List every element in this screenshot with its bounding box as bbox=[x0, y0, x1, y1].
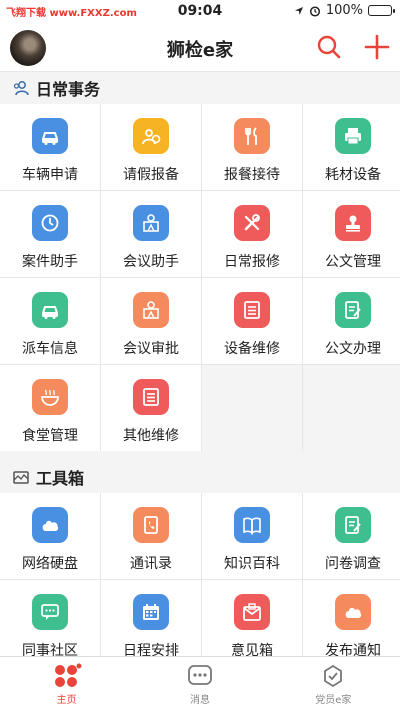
alarm-icon bbox=[309, 5, 320, 17]
grid-item[interactable]: 会议助手 bbox=[101, 191, 201, 277]
grid-item[interactable]: 日程安排 bbox=[101, 580, 201, 666]
tab-messages[interactable]: 消息 bbox=[133, 657, 266, 710]
grid-item-label: 网络硬盘 bbox=[22, 556, 78, 572]
grid-item-label: 耗材设备 bbox=[325, 167, 381, 183]
grid-item-label: 公文办理 bbox=[325, 341, 381, 357]
grid-item[interactable]: 请假报备 bbox=[101, 104, 201, 190]
location-arrow-icon bbox=[294, 6, 303, 15]
wrench-icon bbox=[234, 205, 270, 241]
mailbox-icon bbox=[234, 594, 270, 630]
grid-item[interactable]: 车辆申请 bbox=[0, 104, 100, 190]
grid-item-label: 车辆申请 bbox=[22, 167, 78, 183]
section-title: 日常事务 bbox=[36, 80, 101, 99]
tab-bar: 主页 消息 党员e家 bbox=[0, 656, 400, 710]
grid-item[interactable]: 耗材设备 bbox=[303, 104, 400, 190]
contacts-icon bbox=[133, 507, 169, 543]
grid-item-label: 派车信息 bbox=[22, 341, 78, 357]
fork-knife-icon bbox=[234, 118, 270, 154]
grid-item[interactable]: 同事社区 bbox=[0, 580, 100, 666]
party-icon bbox=[324, 664, 343, 688]
cloud-icon bbox=[32, 507, 68, 543]
toolbox-icon bbox=[13, 471, 29, 484]
add-button[interactable] bbox=[362, 32, 392, 62]
edit-document-icon bbox=[335, 507, 371, 543]
grid-item-label: 报餐接待 bbox=[224, 167, 280, 183]
grid-item[interactable]: 公文管理 bbox=[303, 191, 400, 277]
grid-item[interactable]: 意见箱 bbox=[202, 580, 302, 666]
grid-item[interactable]: 食堂管理 bbox=[0, 365, 100, 451]
grid-empty-cell bbox=[202, 365, 302, 451]
status-bar: 飞翔下载 www.FXXZ.com 09:04 100% bbox=[0, 0, 400, 22]
grid-item[interactable]: 派车信息 bbox=[0, 278, 100, 364]
tab-label: 主页 bbox=[56, 695, 77, 706]
bowl-icon bbox=[32, 379, 68, 415]
grid-item-label: 食堂管理 bbox=[22, 428, 78, 444]
printer-icon bbox=[335, 118, 371, 154]
clock-badge-icon bbox=[32, 205, 68, 241]
grid-item[interactable]: 问卷调查 bbox=[303, 493, 400, 579]
grid-item[interactable]: 公文办理 bbox=[303, 278, 400, 364]
battery-icon bbox=[368, 5, 395, 16]
message-icon bbox=[188, 665, 212, 685]
grid-item[interactable]: 发布通知 bbox=[303, 580, 400, 666]
meeting-icon bbox=[133, 292, 169, 328]
calendar-icon bbox=[133, 594, 169, 630]
document-list-icon bbox=[234, 292, 270, 328]
tab-home[interactable]: 主页 bbox=[0, 657, 133, 710]
edit-document-icon bbox=[335, 292, 371, 328]
grid-item[interactable]: 知识百科 bbox=[202, 493, 302, 579]
grid-item[interactable]: 报餐接待 bbox=[202, 104, 302, 190]
grid-item[interactable]: 其他维修 bbox=[101, 365, 201, 451]
section-header-tools: 工具箱 bbox=[0, 462, 400, 492]
grid-item-label: 案件助手 bbox=[22, 254, 78, 270]
grid-item-label: 日常报修 bbox=[224, 254, 280, 270]
car-icon bbox=[32, 292, 68, 328]
grid-item-label: 会议助手 bbox=[123, 254, 179, 270]
search-button[interactable] bbox=[314, 32, 344, 62]
grid-item-label: 请假报备 bbox=[123, 167, 179, 183]
battery-percent: 100% bbox=[325, 3, 363, 18]
grid-item[interactable]: 设备维修 bbox=[202, 278, 302, 364]
meeting-icon bbox=[133, 205, 169, 241]
nav-bar: 狮检e家 bbox=[0, 22, 400, 72]
search-icon bbox=[317, 35, 341, 59]
section-title: 工具箱 bbox=[36, 469, 85, 488]
tab-party-member[interactable]: 党员e家 bbox=[267, 657, 400, 710]
grid-empty-cell bbox=[303, 365, 400, 451]
grid-item-label: 通讯录 bbox=[130, 556, 172, 572]
grid-item[interactable]: 网络硬盘 bbox=[0, 493, 100, 579]
cloud-icon bbox=[335, 594, 371, 630]
tab-label: 消息 bbox=[189, 695, 210, 706]
tab-label: 党员e家 bbox=[315, 695, 352, 706]
grid-item[interactable]: 日常报修 bbox=[202, 191, 302, 277]
app-screen: 飞翔下载 www.FXXZ.com 09:04 100% 狮检e家 日常事务 车… bbox=[0, 0, 400, 710]
grid-item-label: 会议审批 bbox=[123, 341, 179, 357]
leave-icon bbox=[133, 118, 169, 154]
grid-item-label: 知识百科 bbox=[224, 556, 280, 572]
grid-item[interactable]: 会议审批 bbox=[101, 278, 201, 364]
grid-item-label: 其他维修 bbox=[123, 428, 179, 444]
section-header-daily: 日常事务 bbox=[0, 73, 400, 103]
tools-grid: 网络硬盘 通讯录 知识百科 问卷调查同事社区 日程安排 意见箱 发布通知 bbox=[0, 493, 400, 666]
car-icon bbox=[32, 118, 68, 154]
people-icon bbox=[13, 81, 29, 96]
book-icon bbox=[234, 507, 270, 543]
document-list-icon bbox=[133, 379, 169, 415]
grid-item-label: 问卷调查 bbox=[325, 556, 381, 572]
grid-item-label: 公文管理 bbox=[325, 254, 381, 270]
chat-icon bbox=[32, 594, 68, 630]
grid-item[interactable]: 通讯录 bbox=[101, 493, 201, 579]
grid-item[interactable]: 案件助手 bbox=[0, 191, 100, 277]
stamp-icon bbox=[335, 205, 371, 241]
plus-icon bbox=[364, 34, 390, 60]
home-dots-icon bbox=[54, 663, 82, 687]
grid-item-label: 设备维修 bbox=[224, 341, 280, 357]
daily-grid: 车辆申请 请假报备 报餐接待 耗材设备案件助手 会议助手 日常报修 公文管理派车信息 会议审批… bbox=[0, 104, 400, 451]
status-right: 100% bbox=[294, 3, 395, 18]
